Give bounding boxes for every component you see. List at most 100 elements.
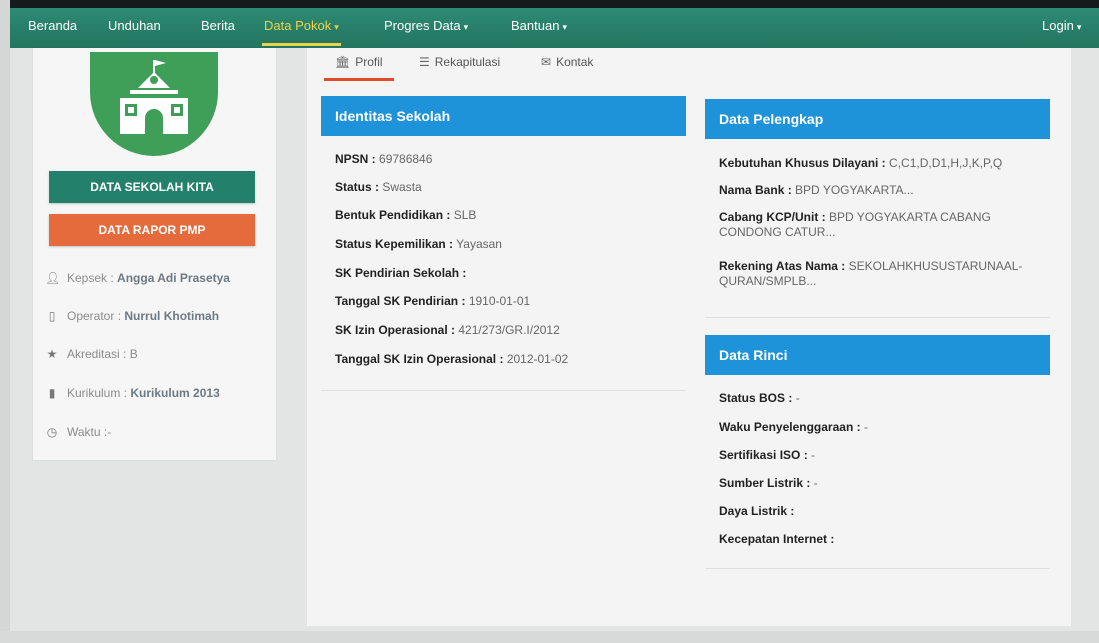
kepemilikan-value: Yayasan bbox=[456, 237, 502, 251]
rinci-divider bbox=[705, 568, 1050, 569]
data-rapor-pmp-button[interactable]: DATA RAPOR PMP bbox=[49, 214, 255, 246]
iso-value: - bbox=[811, 448, 816, 462]
sidebar-row-waktu: ◷ Waktu :- bbox=[45, 422, 111, 442]
sk-izin-label: SK Izin Operasional : bbox=[335, 323, 456, 337]
nav-beranda[interactable]: Beranda bbox=[28, 8, 77, 48]
identitas-row-sk-pendirian: SK Pendirian Sekolah : bbox=[335, 266, 466, 280]
pelengkap-divider bbox=[705, 317, 1050, 318]
operator-label: Operator : bbox=[67, 309, 122, 323]
kepsek-value: Angga Adi Prasetya bbox=[117, 271, 230, 285]
rinci-row-sumber-listrik: Sumber Listrik : - bbox=[719, 476, 818, 490]
tab-kontak-label: Kontak bbox=[556, 55, 594, 69]
sk-izin-value: 421/273/GR.I/2012 bbox=[458, 323, 560, 337]
rinci-row-daya-listrik: Daya Listrik : bbox=[719, 504, 794, 518]
book-icon: ▮ bbox=[48, 386, 56, 400]
waktu-label: Waktu : bbox=[67, 425, 108, 439]
tab-profil[interactable]: 🏛︎ Profil bbox=[324, 52, 394, 81]
rinci-row-status-bos: Status BOS : - bbox=[719, 391, 800, 405]
npsn-value: 69786846 bbox=[379, 152, 433, 166]
akreditasi-label: Akreditasi : bbox=[67, 347, 127, 361]
iso-label: Sertifikasi ISO : bbox=[719, 448, 808, 462]
nav-login[interactable]: Login ▾ bbox=[1042, 8, 1081, 48]
daya-listrik-label: Daya Listrik : bbox=[719, 504, 795, 518]
tgl-sk-izin-label: Tanggal SK Izin Operasional : bbox=[335, 352, 504, 366]
identitas-row-bentuk: Bentuk Pendidikan : SLB bbox=[335, 208, 476, 222]
sidebar-row-kurikulum: ▮ Kurikulum : Kurikulum 2013 bbox=[45, 383, 220, 403]
envelope-icon: ✉ bbox=[541, 55, 552, 69]
identitas-row-tgl-sk-izin: Tanggal SK Izin Operasional : 2012-01-02 bbox=[335, 352, 568, 366]
tgl-sk-pendirian-value: 1910-01-01 bbox=[468, 294, 531, 308]
pelengkap-row-cabang: Cabang KCP/Unit : BPD YOGYAKARTA CABANG … bbox=[719, 210, 1037, 240]
caret-down-icon: ▾ bbox=[334, 22, 339, 32]
nav-progres-data[interactable]: Progres Data ▾ bbox=[384, 8, 468, 48]
kebutuhan-label: Kebutuhan Khusus Dilayani : bbox=[719, 156, 886, 170]
identitas-row-npsn: NPSN : 69786846 bbox=[335, 152, 432, 166]
sidebar-row-kepsek: 👤︎ Kepsek : Angga Adi Prasetya bbox=[45, 268, 230, 288]
sidebar-row-operator: ▯ Operator : Nurrul Khotimah bbox=[45, 306, 219, 326]
tablet-icon: ▯ bbox=[48, 309, 56, 323]
tab-kontak[interactable]: ✉ Kontak bbox=[541, 52, 593, 76]
screen-bezel-bottom bbox=[0, 631, 1099, 643]
bank-label: Nama Bank : bbox=[719, 183, 792, 197]
identitas-sekolah-header: Identitas Sekolah bbox=[321, 96, 686, 136]
list-icon: ☰ bbox=[419, 55, 430, 69]
rinci-row-kecepatan-internet: Kecepatan Internet : bbox=[719, 532, 834, 546]
bank-icon: 🏛︎ bbox=[335, 55, 351, 69]
sidebar-row-akreditasi: ★ Akreditasi : B bbox=[45, 344, 138, 364]
caret-down-icon: ▾ bbox=[562, 22, 567, 32]
kurikulum-label: Kurikulum : bbox=[67, 386, 128, 400]
tab-rekapitulasi[interactable]: ☰ Rekapitulasi bbox=[419, 52, 500, 76]
tab-rekapitulasi-label: Rekapitulasi bbox=[434, 55, 501, 69]
identitas-row-status: Status : Swasta bbox=[335, 180, 422, 194]
bentuk-value: SLB bbox=[453, 208, 477, 222]
bank-value: BPD YOGYAKARTA... bbox=[795, 183, 914, 197]
data-pelengkap-header: Data Pelengkap bbox=[705, 99, 1050, 139]
data-rinci-header: Data Rinci bbox=[705, 335, 1050, 375]
identitas-row-tgl-sk-pendirian: Tanggal SK Pendirian : 1910-01-01 bbox=[335, 294, 530, 308]
rekening-label: Rekening Atas Nama : bbox=[719, 259, 846, 273]
nav-berita[interactable]: Berita bbox=[201, 8, 235, 48]
sidebar: DATA SEKOLAH KITA DATA RAPOR PMP 👤︎ Kepse… bbox=[33, 48, 276, 460]
pelengkap-row-bank: Nama Bank : BPD YOGYAKARTA... bbox=[719, 183, 914, 197]
nav-bantuan[interactable]: Bantuan ▾ bbox=[511, 8, 567, 48]
nav-data-pokok-label: Data Pokok bbox=[264, 18, 332, 33]
data-sekolah-kita-button[interactable]: DATA SEKOLAH KITA bbox=[49, 171, 255, 203]
user-icon: 👤︎ bbox=[45, 271, 61, 285]
cabang-label: Cabang KCP/Unit : bbox=[719, 210, 826, 224]
nav-data-pokok[interactable]: Data Pokok ▾ bbox=[262, 8, 341, 48]
nav-unduhan[interactable]: Unduhan bbox=[108, 8, 161, 48]
waktu-value: - bbox=[107, 425, 112, 439]
screen-bezel-left bbox=[0, 0, 10, 643]
sk-pendirian-label: SK Pendirian Sekolah : bbox=[335, 266, 467, 280]
identitas-row-sk-izin: SK Izin Operasional : 421/273/GR.I/2012 bbox=[335, 323, 560, 337]
nav-bantuan-label: Bantuan bbox=[511, 18, 560, 33]
kepemilikan-label: Status Kepemilikan : bbox=[335, 237, 454, 251]
tgl-sk-pendirian-label: Tanggal SK Pendirian : bbox=[335, 294, 466, 308]
waku-value: - bbox=[863, 420, 868, 434]
caret-down-icon: ▾ bbox=[1076, 22, 1082, 32]
status-label: Status : bbox=[335, 180, 380, 194]
sumber-listrik-label: Sumber Listrik : bbox=[719, 476, 811, 490]
star-icon: ★ bbox=[46, 347, 58, 361]
nav-progres-data-label: Progres Data bbox=[384, 18, 461, 33]
rinci-row-waku: Waku Penyelenggaraan : - bbox=[719, 420, 868, 434]
tgl-sk-izin-value: 2012-01-02 bbox=[506, 352, 569, 366]
school-building-icon bbox=[120, 60, 188, 134]
tab-profil-label: Profil bbox=[355, 55, 383, 69]
status-bos-value: - bbox=[795, 391, 800, 405]
clock-icon: ◷ bbox=[46, 425, 58, 439]
operator-value: Nurrul Khotimah bbox=[124, 309, 220, 323]
kebutuhan-value: C,C1,D,D1,H,J,K,P,Q bbox=[889, 156, 1003, 170]
rinci-row-iso: Sertifikasi ISO : - bbox=[719, 448, 815, 462]
status-bos-label: Status BOS : bbox=[719, 391, 793, 405]
waku-label: Waku Penyelenggaraan : bbox=[719, 420, 861, 434]
akreditasi-value: B bbox=[129, 347, 138, 361]
screen-bezel-top bbox=[0, 0, 1099, 8]
npsn-label: NPSN : bbox=[335, 152, 376, 166]
identitas-row-kepemilikan: Status Kepemilikan : Yayasan bbox=[335, 237, 502, 251]
top-navbar: Beranda Unduhan Berita Data Pokok ▾ Progr… bbox=[10, 8, 1099, 48]
school-logo bbox=[90, 52, 218, 156]
kecepatan-internet-label: Kecepatan Internet : bbox=[719, 532, 835, 546]
kurikulum-value: Kurikulum 2013 bbox=[130, 386, 220, 400]
pelengkap-row-rekening: Rekening Atas Nama : SEKOLAHKHUSUSTARUNA… bbox=[719, 259, 1037, 289]
